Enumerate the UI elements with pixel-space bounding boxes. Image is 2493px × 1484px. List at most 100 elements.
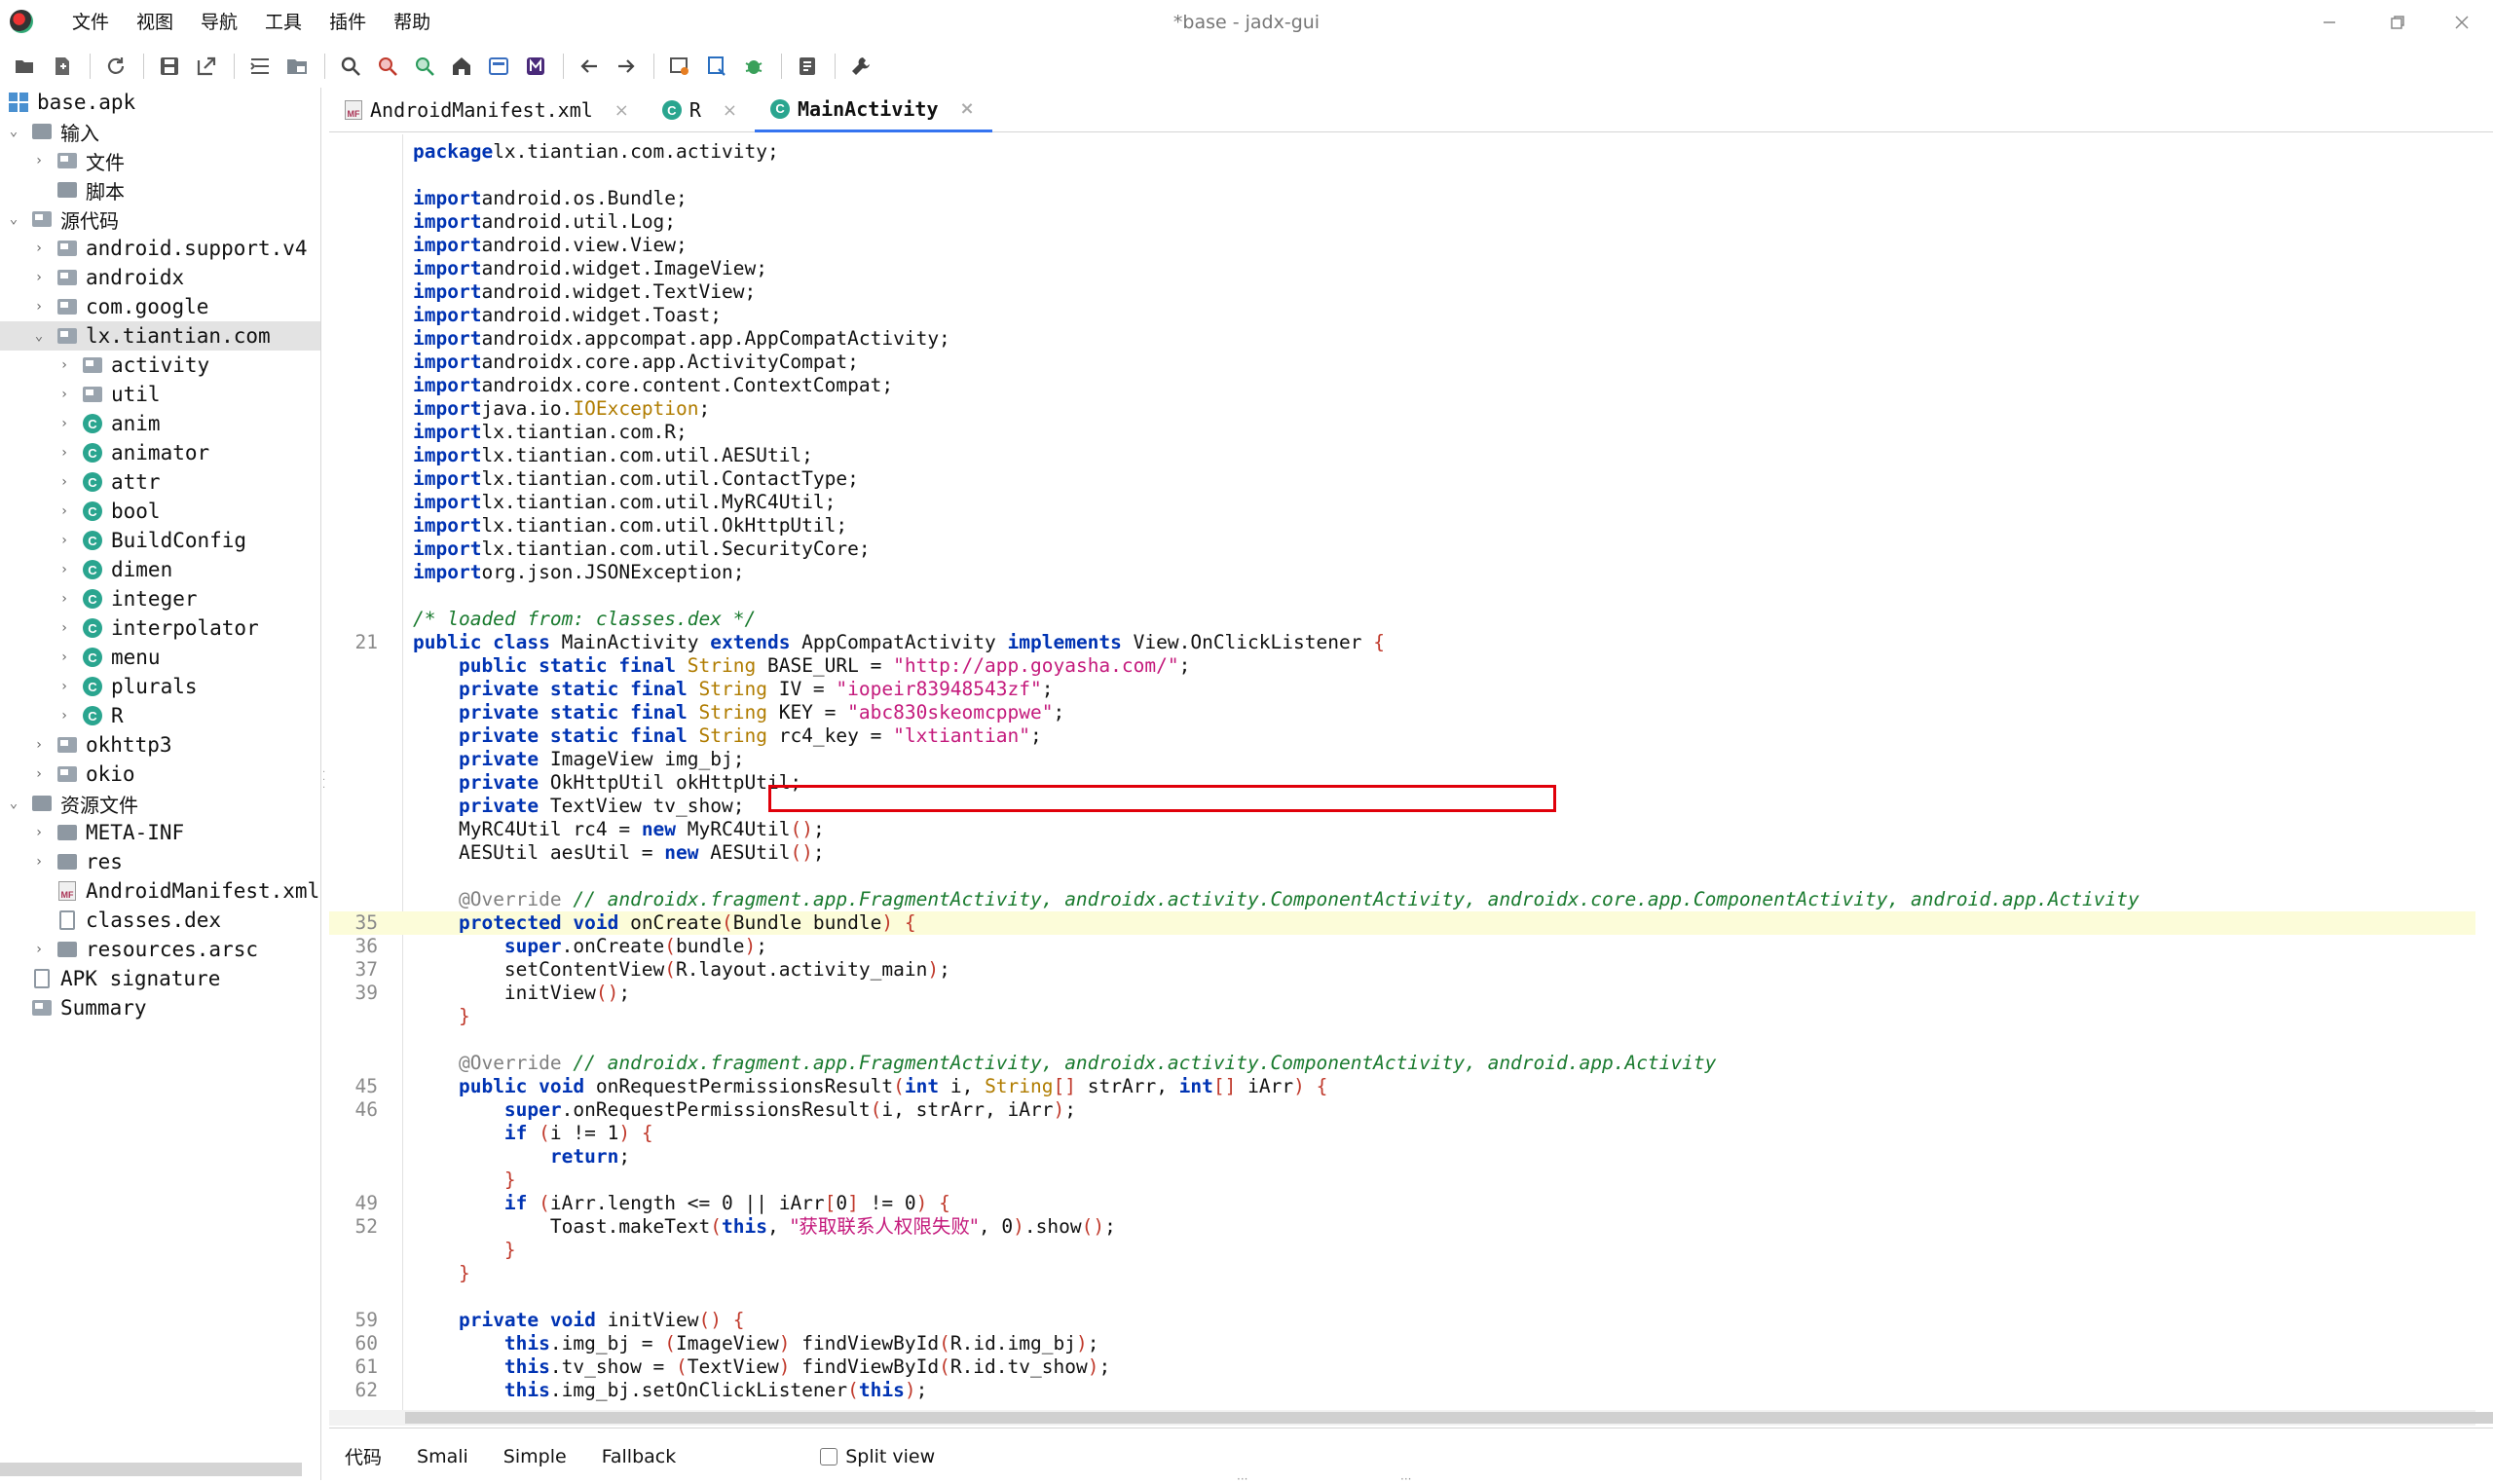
code-line[interactable]: importandroidx.core.content.ContextCompa…	[329, 374, 2475, 397]
code-line[interactable]: public static final String BASE_URL = "h…	[329, 654, 2475, 678]
tree-item[interactable]: › okhttp3	[0, 730, 320, 760]
sync-tree-button[interactable]	[242, 49, 278, 84]
tab-smali[interactable]: Smali	[417, 1446, 468, 1467]
code-line[interactable]: 45 public void onRequestPermissionsResul…	[329, 1075, 2475, 1098]
open-file-button[interactable]	[8, 49, 43, 84]
code-line[interactable]: importandroid.view.View;	[329, 234, 2475, 257]
close-button[interactable]	[2431, 0, 2493, 45]
code-line[interactable]: 21 public class MainActivity extends AppC…	[329, 631, 2475, 654]
code-line[interactable]: 60 this.img_bj = (ImageView) findViewByI…	[329, 1332, 2475, 1355]
run-button[interactable]	[790, 49, 825, 84]
code-line[interactable]: 49 if (iArr.length <= 0 || iArr[0] != 0)…	[329, 1192, 2475, 1215]
code-line[interactable]: packagelx.tiantian.com.activity;	[329, 140, 2475, 164]
chevron-right-icon[interactable]: ›	[56, 445, 72, 461]
chevron-right-icon[interactable]: ›	[56, 591, 72, 607]
chevron-down-icon[interactable]: ⌄	[6, 124, 21, 139]
code-line[interactable]: if (i != 1) {	[329, 1122, 2475, 1145]
menu-file[interactable]: 文件	[58, 0, 123, 45]
code-line[interactable]: 62 this.img_bj.setOnClickListener(this);	[329, 1379, 2475, 1402]
chevron-down-icon[interactable]: ⌄	[31, 328, 47, 344]
code-line[interactable]: importorg.json.JSONException;	[329, 561, 2475, 584]
code-line[interactable]: importlx.tiantian.com.util.OkHttpUtil;	[329, 514, 2475, 538]
tree-item[interactable]: 脚本	[0, 175, 320, 204]
chevron-right-icon[interactable]: ›	[56, 416, 72, 431]
menu-tools[interactable]: 工具	[251, 0, 316, 45]
tab-androidmanifest[interactable]: MF AndroidManifest.xml ×	[329, 88, 647, 132]
tree-item[interactable]: › Cinterpolator	[0, 613, 320, 643]
tree-item[interactable]: › META-INF	[0, 818, 320, 847]
add-files-button[interactable]	[45, 49, 80, 84]
tree-item[interactable]: Summary	[0, 993, 320, 1022]
reload-button[interactable]	[98, 49, 133, 84]
code-line[interactable]: importandroidx.core.app.ActivityCompat;	[329, 351, 2475, 374]
code-line[interactable]: importandroid.widget.TextView;	[329, 280, 2475, 304]
chevron-right-icon[interactable]: ›	[31, 270, 47, 285]
tree-item[interactable]: › Cplurals	[0, 672, 320, 701]
chevron-right-icon[interactable]: ›	[56, 503, 72, 519]
splitter-handle[interactable]: · · ·	[322, 768, 328, 794]
tab-close-icon[interactable]: ×	[723, 100, 737, 121]
code-line[interactable]: return;	[329, 1145, 2475, 1169]
chevron-down-icon[interactable]: ⌄	[6, 796, 21, 811]
code-line[interactable]: private static final String rc4_key = "l…	[329, 724, 2475, 748]
code-line[interactable]: private static final String IV = "iopeir…	[329, 678, 2475, 701]
code-line[interactable]: importandroid.widget.ImageView;	[329, 257, 2475, 280]
chevron-right-icon[interactable]: ›	[31, 854, 47, 870]
export-button[interactable]	[189, 49, 224, 84]
chevron-right-icon[interactable]: ›	[56, 357, 72, 373]
menu-help[interactable]: 帮助	[380, 0, 444, 45]
log-viewer-button[interactable]	[662, 49, 697, 84]
tab-close-icon[interactable]: ×	[960, 98, 975, 119]
code-line[interactable]: private static final String KEY = "abc83…	[329, 701, 2475, 724]
tree-item[interactable]: › resources.arsc	[0, 935, 320, 964]
chevron-right-icon[interactable]: ›	[56, 679, 72, 694]
tree-item[interactable]: › Cbool	[0, 497, 320, 526]
code-view-button[interactable]	[481, 49, 516, 84]
chevron-right-icon[interactable]: ›	[31, 942, 47, 957]
preferences-button[interactable]	[843, 49, 878, 84]
chevron-right-icon[interactable]: ›	[31, 766, 47, 782]
tree-item[interactable]: ⌄ 源代码	[0, 204, 320, 234]
code-line[interactable]: MyRC4Util rc4 = new MyRC4Util();	[329, 818, 2475, 841]
menu-navigation[interactable]: 导航	[187, 0, 251, 45]
save-all-button[interactable]	[152, 49, 187, 84]
code-line[interactable]: importandroidx.appcompat.app.AppCompatAc…	[329, 327, 2475, 351]
tab-simple[interactable]: Simple	[503, 1446, 567, 1467]
code-line[interactable]: private ImageView img_bj;	[329, 748, 2475, 771]
back-button[interactable]	[572, 49, 607, 84]
tree-item[interactable]: › Cmenu	[0, 643, 320, 672]
quark-button[interactable]	[699, 49, 734, 84]
resize-grip-icon[interactable]: ···	[1400, 1472, 1411, 1484]
forward-button[interactable]	[609, 49, 644, 84]
tree-item[interactable]: MF AndroidManifest.xml	[0, 876, 320, 906]
menu-plugins[interactable]: 插件	[316, 0, 380, 45]
tree-item[interactable]: › Canimator	[0, 438, 320, 467]
search-text-button[interactable]	[333, 49, 368, 84]
search-comment-button[interactable]	[407, 49, 442, 84]
tree-item[interactable]: › android.support.v4	[0, 234, 320, 263]
code-line[interactable]: @Override // androidx.fragment.app.Fragm…	[329, 1052, 2475, 1075]
chevron-right-icon[interactable]: ›	[56, 562, 72, 577]
code-line[interactable]: importlx.tiantian.com.util.MyRC4Util;	[329, 491, 2475, 514]
code-line[interactable]: importjava.io.IOException;	[329, 397, 2475, 421]
search-class-button[interactable]	[370, 49, 405, 84]
tab-fallback[interactable]: Fallback	[602, 1446, 677, 1467]
split-view-checkbox[interactable]: Split view	[820, 1446, 935, 1467]
code-line[interactable]: }	[329, 1239, 2475, 1262]
code-line[interactable]: 35 protected void onCreate(Bundle bundle…	[329, 911, 2475, 935]
code-line[interactable]: importlx.tiantian.com.util.AESUtil;	[329, 444, 2475, 467]
debugger-button[interactable]	[736, 49, 771, 84]
tree-item[interactable]: › C BuildConfig	[0, 526, 320, 555]
tree-item[interactable]: › Cattr	[0, 467, 320, 497]
code-line[interactable]: importlx.tiantian.com.util.SecurityCore;	[329, 538, 2475, 561]
tree-item[interactable]: › C R	[0, 701, 320, 730]
scrollbar-thumb[interactable]	[405, 1412, 2493, 1424]
tree-item[interactable]: ⌄ 资源文件	[0, 789, 320, 818]
smali-button[interactable]	[518, 49, 553, 84]
code-line[interactable]: 39 initView();	[329, 982, 2475, 1005]
code-line[interactable]: 61 this.tv_show = (TextView) findViewByI…	[329, 1355, 2475, 1379]
code-line[interactable]: @Override // androidx.fragment.app.Fragm…	[329, 888, 2475, 911]
tree-item[interactable]: › util	[0, 380, 320, 409]
home-button[interactable]	[444, 49, 479, 84]
code-line[interactable]: }	[329, 1005, 2475, 1028]
